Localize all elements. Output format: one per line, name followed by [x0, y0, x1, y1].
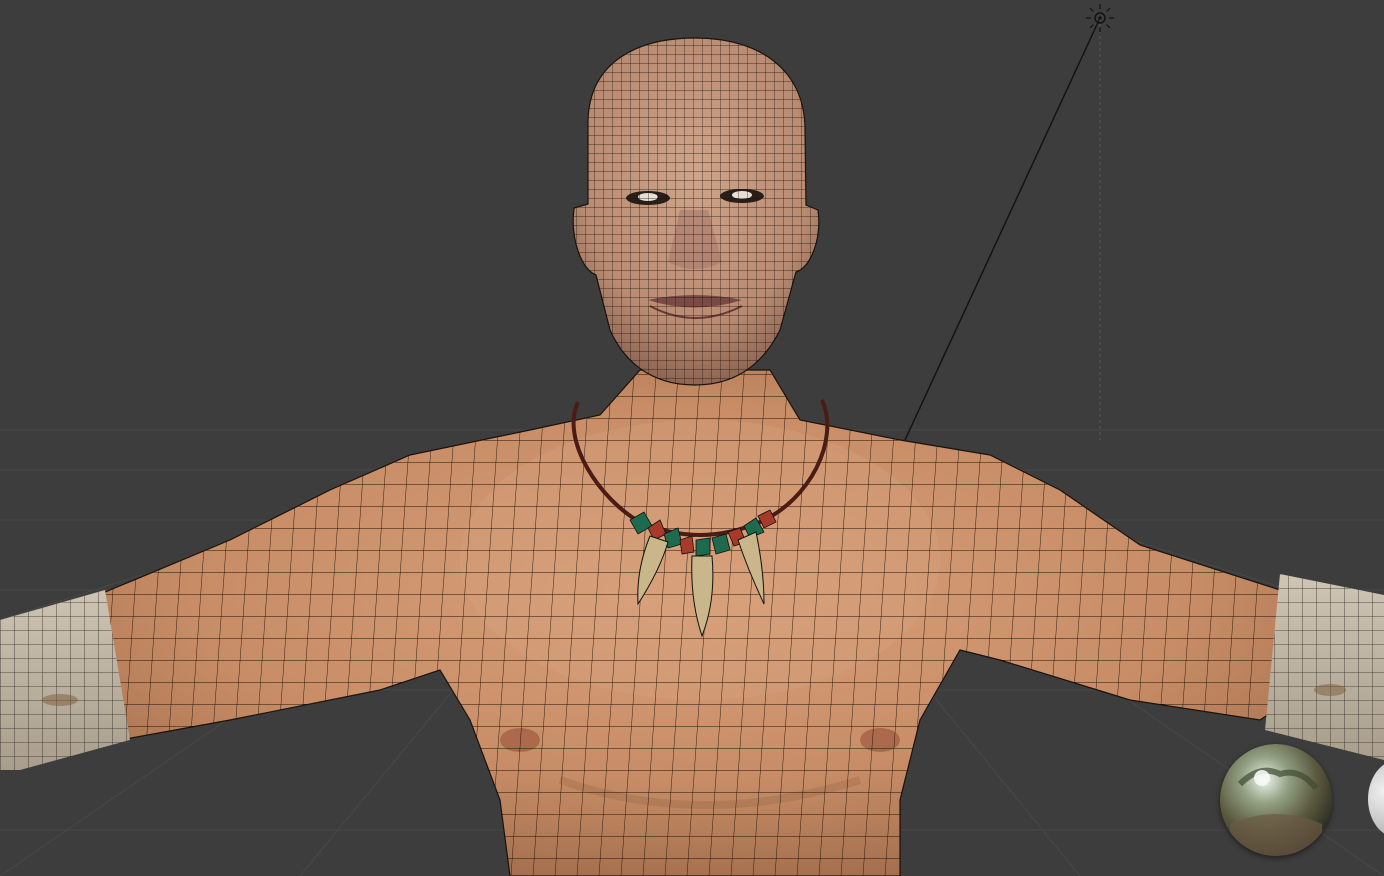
viewport-canvas[interactable]: [0, 0, 1384, 876]
sun-lamp-icon[interactable]: [1086, 4, 1114, 32]
lamp-direction-line: [904, 17, 1101, 441]
character-body[interactable]: [0, 360, 1384, 876]
3d-viewport[interactable]: [0, 0, 1384, 876]
hdri-sphere-icon[interactable]: [1220, 744, 1332, 856]
character-head[interactable]: [560, 30, 830, 390]
right-sleeve[interactable]: [1260, 570, 1384, 770]
